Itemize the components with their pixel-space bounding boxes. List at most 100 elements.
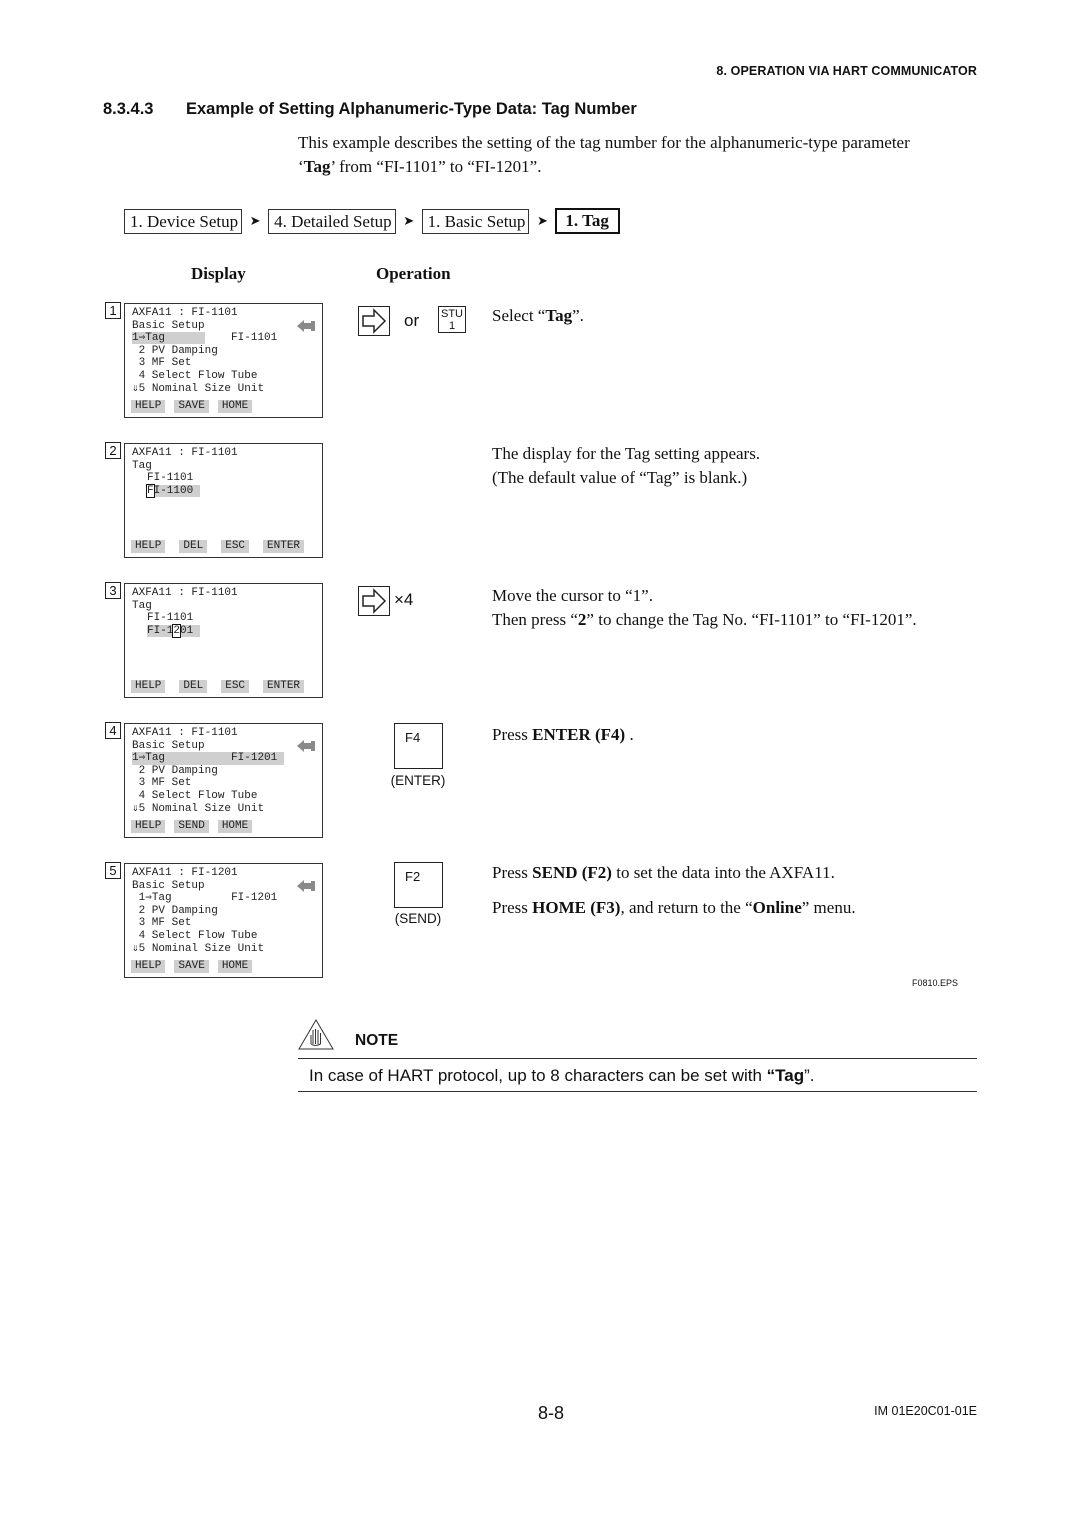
running-header: 8. OPERATION VIA HART COMMUNICATOR (716, 64, 977, 78)
lcd-screen-step-2: AXFA11 : FI-1101 Tag FI-1101 FI-1100 HEL… (124, 443, 323, 558)
lcd-fkey-home: HOME (217, 400, 253, 413)
lcd-screen-step-4: AXFA11 : FI-1101 Basic Setup 1⇒Tag FI-12… (124, 723, 323, 838)
right-arrow-key-icon (358, 306, 390, 336)
lcd-fkey-home: HOME (217, 820, 253, 833)
lcd-subtitle: Tag (132, 459, 152, 472)
lcd-title: AXFA11 : FI-1101 (132, 727, 238, 739)
caution-hand-icon (298, 1019, 334, 1050)
lcd-fkey-help: HELP (131, 540, 166, 553)
lcd-screen-step-1: AXFA11 : FI-1101 Basic Setup 1⇒Tag FI-11… (124, 303, 323, 418)
section-title-text: Example of Setting Alphanumeric-Type Dat… (186, 100, 637, 118)
stu-1-key-icon: STU 1 (438, 306, 466, 333)
figure-id: F0810.EPS (911, 978, 958, 988)
lcd-menu-item: 2 PV Damping (132, 904, 218, 917)
breadcrumb-device-setup: 1. Device Setup (124, 208, 243, 234)
breadcrumb-tag: 1. Tag (555, 208, 620, 234)
lcd-fkey-save: SAVE (174, 400, 209, 413)
lcd-menu-item-tag: 1⇒Tag FI-1201 (138, 892, 278, 905)
note-bottom-rule (298, 1091, 977, 1092)
lcd-fkey-esc: ESC (221, 540, 250, 553)
lcd-menu-item: 3 MF Set (132, 917, 192, 930)
operation-column-heading: Operation (376, 264, 451, 283)
f4-key-icon: F4 (394, 723, 443, 769)
step-number: 5 (105, 862, 121, 879)
step-number: 1 (105, 302, 121, 319)
lcd-menu-item: 4 Select Flow Tube (132, 930, 258, 942)
display-column-heading: Display (191, 264, 246, 283)
right-arrow-key-icon (358, 586, 390, 616)
lcd-menu-item: 3 MF Set (132, 777, 192, 790)
note-top-rule (298, 1058, 977, 1059)
lcd-screen-step-5: AXFA11 : FI-1201 Basic Setup 1⇒Tag FI-12… (124, 863, 323, 978)
breadcrumb-detailed-setup: 4. Detailed Setup (268, 208, 396, 234)
step-1-instruction: Select “Tag”. (492, 306, 584, 325)
return-arrow-icon (297, 880, 315, 892)
step-5-instruction-home: Press HOME (F3), and return to the “Onli… (492, 898, 856, 917)
f4-key-caption: (ENTER) (390, 773, 446, 788)
lcd-menu-item: ⇓5 Nominal Size Unit (132, 942, 265, 955)
lcd-fkey-del: DEL (179, 540, 208, 553)
lcd-current-value: FI-1101 (147, 612, 194, 625)
lcd-fkey-send: SEND (174, 820, 209, 833)
lcd-menu-item: 2 PV Damping (132, 344, 218, 357)
lcd-current-value: FI-1101 (147, 472, 194, 485)
breadcrumb-arrow-icon: ➤ (536, 213, 548, 228)
lcd-fkey-enter: ENTER (263, 540, 305, 553)
step-4-instruction: Press ENTER (F4) . (492, 725, 634, 744)
repeat-count: ×4 (394, 590, 414, 609)
lcd-title: AXFA11 : FI-1201 (132, 867, 238, 879)
lcd-menu-item: 4 Select Flow Tube (132, 790, 258, 802)
document-id: IM 01E20C01-01E (874, 1404, 977, 1418)
lcd-fkey-save: SAVE (174, 960, 209, 973)
breadcrumb: 1. Device Setup ➤ 4. Detailed Setup ➤ 1.… (124, 208, 620, 234)
lcd-title: AXFA11 : FI-1101 (132, 307, 238, 319)
page-number: 8-8 (538, 1403, 565, 1423)
intro-param-name: Tag (303, 157, 331, 176)
lcd-menu-item-tag: 1⇒Tag FI-1201 (132, 752, 284, 765)
lcd-menu-item-tag: 1⇒Tag FI-1101 (132, 332, 278, 345)
step-number: 2 (105, 442, 121, 459)
lcd-subtitle: Basic Setup (132, 319, 205, 332)
step-2-instruction: The display for the Tag setting appears.… (492, 444, 761, 487)
intro-line-2: ‘Tag’ from “FI-1101” to “FI-1201”. (298, 157, 542, 176)
lcd-fkey-help: HELP (131, 680, 166, 693)
lcd-fkey-help: HELP (131, 820, 166, 833)
lcd-title: AXFA11 : FI-1101 (132, 587, 238, 599)
lcd-fkey-esc: ESC (221, 680, 250, 693)
lcd-fkey-del: DEL (179, 680, 208, 693)
breadcrumb-arrow-icon: ➤ (249, 213, 261, 228)
step-5-instruction-send: Press SEND (F2) to set the data into the… (492, 863, 835, 882)
lcd-edit-field: FI-1100 (146, 483, 200, 498)
lcd-fkey-home: HOME (217, 960, 253, 973)
step-3-instruction: Move the cursor to “1”. Then press “2” t… (492, 586, 917, 629)
step-number: 4 (105, 722, 121, 739)
return-arrow-icon (297, 320, 315, 332)
lcd-subtitle: Basic Setup (132, 739, 205, 752)
section-title: 8.3.4.3 Example of Setting Alphanumeric-T… (103, 100, 637, 119)
lcd-fkey-help: HELP (131, 960, 166, 973)
f2-key-caption: (SEND) (394, 911, 442, 926)
lcd-title: AXFA11 : FI-1101 (132, 447, 238, 459)
lcd-menu-item: ⇓5 Nominal Size Unit (132, 382, 265, 395)
f2-key-icon: F2 (394, 862, 443, 908)
lcd-edit-field: FI-1201 (147, 623, 200, 638)
breadcrumb-basic-setup: 1. Basic Setup (421, 208, 530, 234)
section-number: 8.3.4.3 (103, 100, 154, 118)
lcd-screen-step-3: AXFA11 : FI-1101 Tag FI-1101 FI-1201 HEL… (124, 583, 323, 698)
breadcrumb-arrow-icon: ➤ (403, 213, 415, 228)
lcd-menu-item: 3 MF Set (132, 357, 192, 370)
lcd-subtitle: Tag (132, 599, 152, 612)
note-text: In case of HART protocol, up to 8 charac… (309, 1066, 815, 1085)
lcd-menu-item: 2 PV Damping (132, 764, 218, 777)
note-label: NOTE (355, 1032, 399, 1049)
lcd-fkey-help: HELP (131, 400, 166, 413)
intro-line-1: This example describes the setting of th… (298, 133, 910, 152)
or-text: or (404, 311, 420, 330)
lcd-menu-item: 4 Select Flow Tube (132, 370, 258, 382)
lcd-subtitle: Basic Setup (132, 879, 205, 892)
return-arrow-icon (297, 740, 315, 752)
intro-paragraph: This example describes the setting of th… (298, 131, 988, 179)
edit-cursor: F (146, 483, 155, 498)
lcd-fkey-enter: ENTER (263, 680, 305, 693)
step-number: 3 (105, 582, 121, 599)
